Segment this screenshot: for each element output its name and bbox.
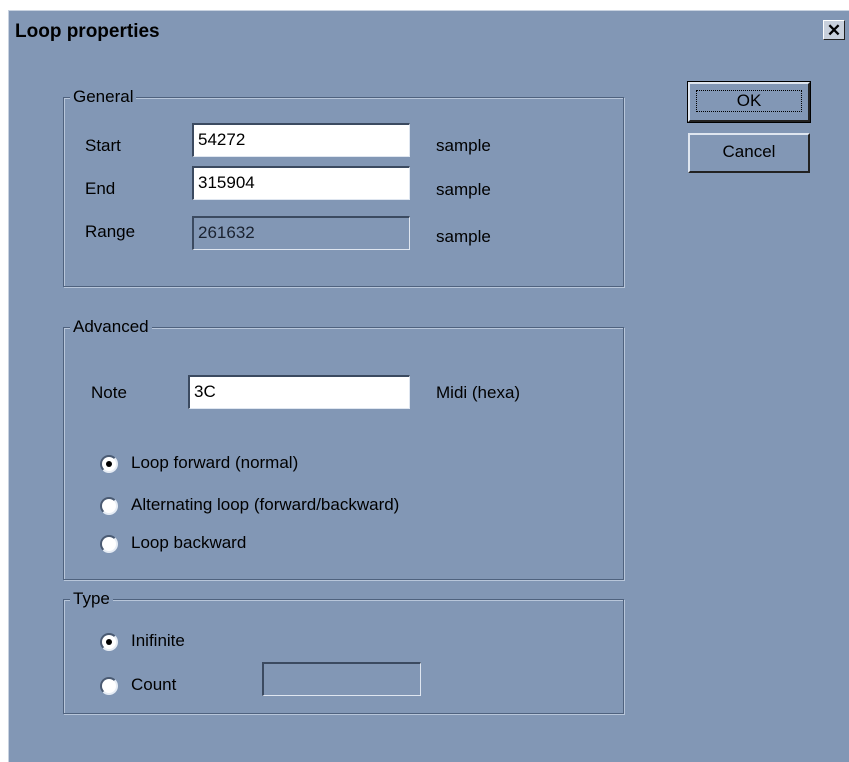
- note-unit: Midi (hexa): [436, 383, 521, 402]
- ok-button-label: OK: [695, 90, 803, 112]
- type-legend: Type: [70, 589, 113, 609]
- cancel-button[interactable]: Cancel: [688, 133, 810, 173]
- count-label[interactable]: Count: [131, 675, 176, 695]
- start-input[interactable]: 54272: [192, 123, 410, 157]
- count-radio[interactable]: [100, 677, 118, 695]
- range-unit: sample: [436, 227, 491, 246]
- general-group: General Start 54272 sample End 315904 sa…: [63, 87, 624, 287]
- general-legend: General: [70, 87, 137, 107]
- type-group: Type Inifinite Count: [63, 589, 624, 714]
- advanced-legend: Advanced: [70, 317, 152, 337]
- range-field: 261632: [192, 216, 410, 250]
- loop-backward-radio[interactable]: [100, 535, 118, 553]
- close-button[interactable]: ✕: [823, 20, 845, 40]
- start-unit: sample: [436, 136, 491, 155]
- note-input[interactable]: 3C: [188, 375, 410, 409]
- start-label: Start: [85, 136, 121, 155]
- infinite-radio[interactable]: [100, 633, 118, 651]
- advanced-group: Advanced Note 3C Midi (hexa) Loop forwar…: [63, 317, 624, 580]
- end-input[interactable]: 315904: [192, 166, 410, 200]
- loop-properties-dialog: Loop properties ✕ OK Cancel General Star…: [8, 10, 849, 762]
- loop-forward-label[interactable]: Loop forward (normal): [131, 453, 298, 473]
- count-input[interactable]: [262, 662, 421, 696]
- ok-button[interactable]: OK: [687, 81, 811, 123]
- alternating-loop-radio[interactable]: [100, 497, 118, 515]
- close-icon: ✕: [826, 20, 842, 40]
- note-label: Note: [91, 383, 127, 402]
- end-unit: sample: [436, 180, 491, 199]
- radio-selected-dot: [106, 639, 112, 645]
- cancel-button-label: Cancel: [722, 142, 776, 161]
- range-label: Range: [85, 222, 136, 241]
- dialog-title: Loop properties: [15, 21, 160, 42]
- loop-backward-label[interactable]: Loop backward: [131, 533, 246, 553]
- alternating-loop-label[interactable]: Alternating loop (forward/backward): [131, 495, 399, 515]
- end-label: End: [85, 179, 116, 198]
- title-bar: Loop properties ✕: [9, 11, 849, 51]
- infinite-label[interactable]: Inifinite: [131, 631, 185, 651]
- radio-selected-dot: [106, 461, 112, 467]
- loop-forward-radio[interactable]: [100, 455, 118, 473]
